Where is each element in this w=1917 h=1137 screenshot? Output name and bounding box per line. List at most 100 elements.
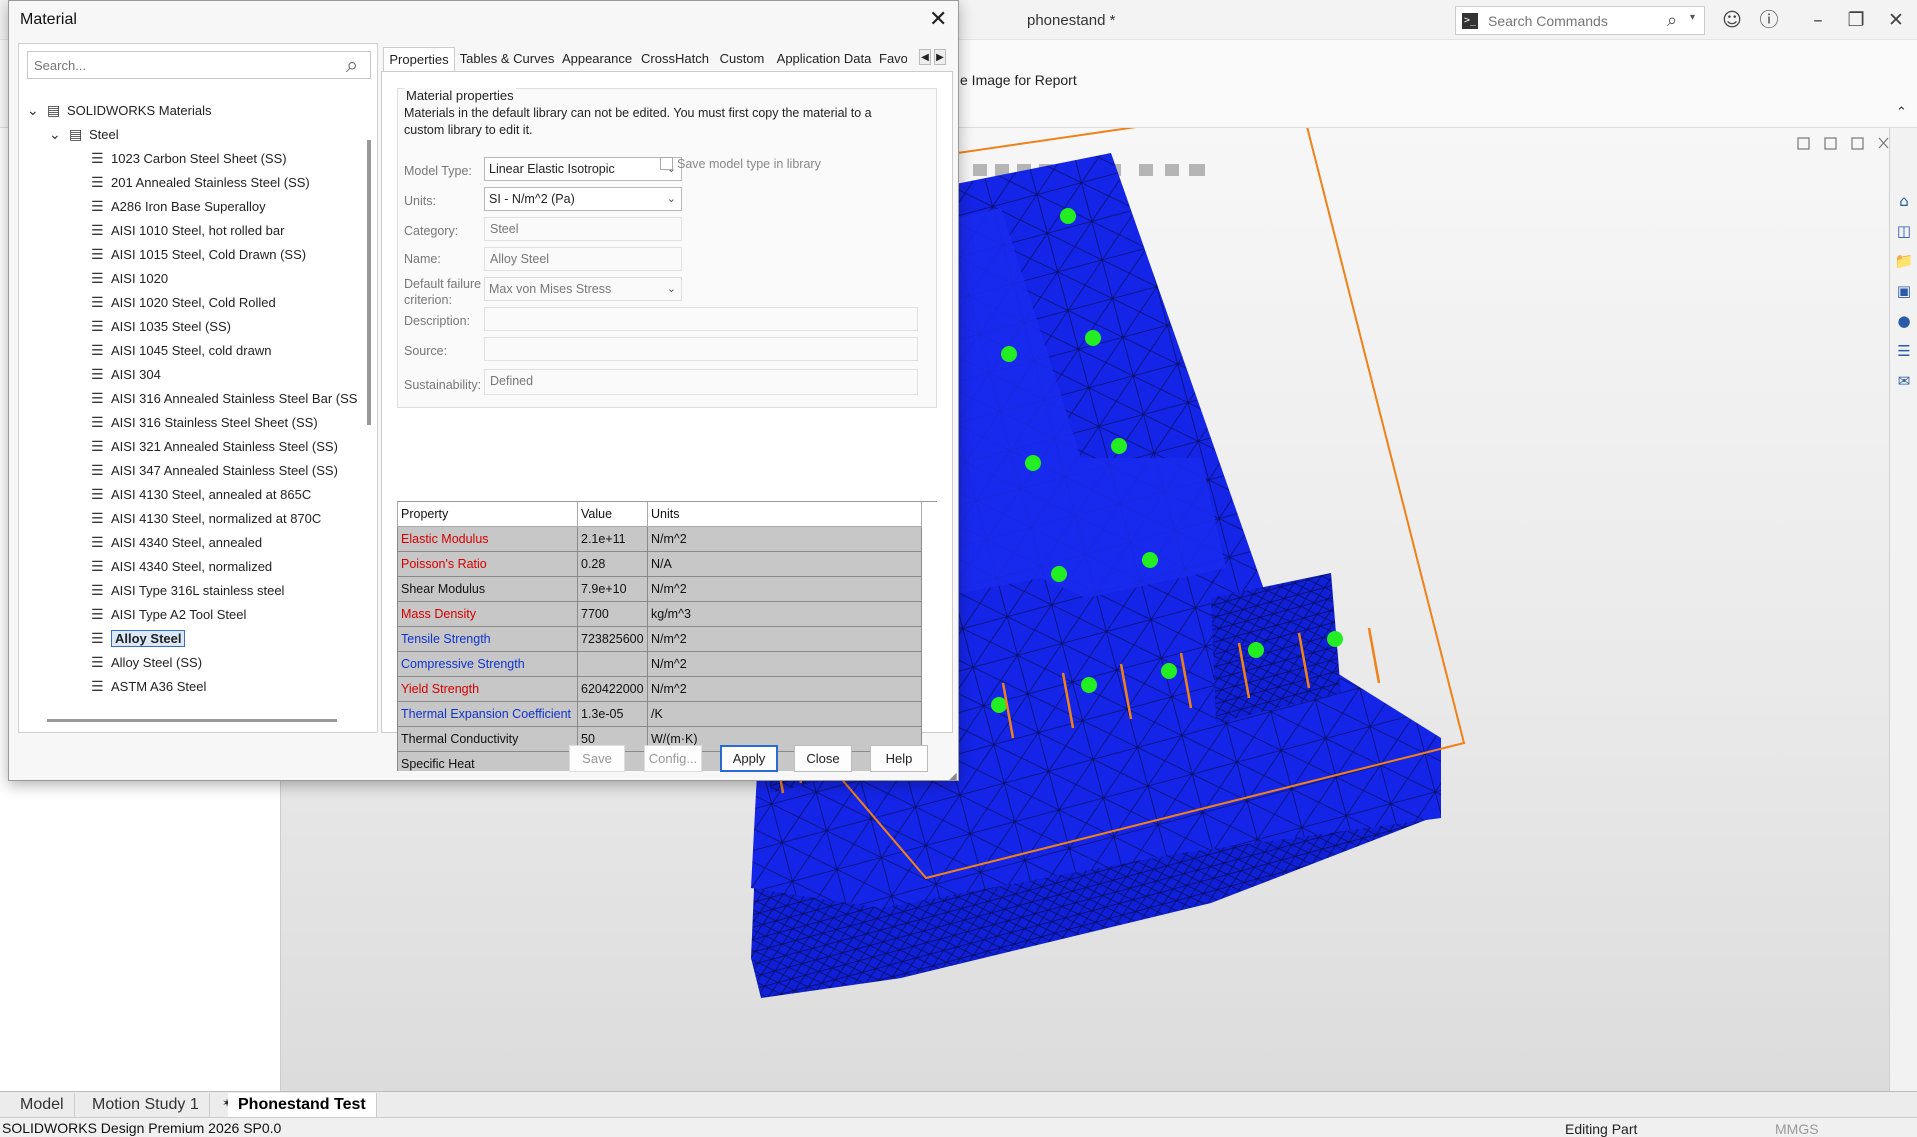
material-tree: ⌄ ▤ SOLIDWORKS Materials ⌄ ▤ Steel ☰ 1023 Car… xyxy=(27,100,363,708)
material-item[interactable]: ☰ AISI 1045 Steel, cold drawn xyxy=(91,340,271,362)
table-row[interactable]: Thermal Expansion Coefficient 1.3e-05/K xyxy=(397,700,922,727)
config-button[interactable]: Config... xyxy=(644,745,702,772)
cell-property: Elastic Modulus xyxy=(397,525,578,552)
material-item[interactable]: ☰ AISI 1035 Steel (SS) xyxy=(91,316,231,338)
table-row[interactable]: Yield Strength 620422000 N/m^2 xyxy=(397,675,922,702)
tree-vertical-scrollbar[interactable] xyxy=(367,140,371,425)
material-item[interactable]: ☰ AISI 4130 Steel, normalized at 870C xyxy=(91,508,321,530)
chevron-down-icon[interactable]: ▾ xyxy=(1690,12,1695,23)
tree-group-steel[interactable]: ⌄ ▤ Steel xyxy=(49,124,119,146)
model-type-select[interactable]: Linear Elastic Isotropic ⌄ xyxy=(484,157,682,181)
save-button[interactable]: Save xyxy=(569,745,625,772)
tab-properties[interactable]: Properties xyxy=(383,47,455,71)
dialog-title: Material xyxy=(20,11,77,28)
table-row[interactable]: Elastic Modulus 2.1e+11 N/m^2 xyxy=(397,525,922,552)
search-icon[interactable]: ⌕ xyxy=(1667,10,1677,31)
restore-icon[interactable]: ❐ xyxy=(1844,8,1868,32)
col-units[interactable]: Units xyxy=(647,502,922,527)
material-search-box[interactable]: ⌕ xyxy=(27,51,371,79)
tab-scroll-right-icon[interactable]: ▶ xyxy=(934,49,946,65)
search-icon[interactable]: ⌕ xyxy=(346,52,358,78)
close-app-icon[interactable]: ✕ xyxy=(1884,8,1908,32)
material-item[interactable]: ☰ AISI 304 xyxy=(91,364,161,386)
checkbox-box[interactable] xyxy=(660,157,673,170)
tab-application-data[interactable]: Application Data xyxy=(771,47,877,71)
cell-value: 723825600 xyxy=(577,625,648,652)
material-item[interactable]: ☰ AISI Type A2 Tool Steel xyxy=(91,604,246,626)
document-title: phonestand * xyxy=(1027,12,1116,29)
category-label: Category: xyxy=(404,224,459,238)
minimize-icon[interactable]: – xyxy=(1806,8,1830,32)
tab-phonestand-test[interactable]: Phonestand Test xyxy=(228,1093,377,1117)
material-item[interactable]: ☰ AISI 1015 Steel, Cold Drawn (SS) xyxy=(91,244,306,266)
properties-content: Material properties Materials in the def… xyxy=(381,71,953,771)
material-icon: ☰ xyxy=(91,535,104,551)
view-palette-icon[interactable]: ▣ xyxy=(1893,280,1915,302)
material-search-input[interactable] xyxy=(32,56,332,74)
image-for-report-button[interactable]: e Image for Report xyxy=(960,72,1077,88)
material-item[interactable]: ☰ AISI 321 Annealed Stainless Steel (SS) xyxy=(91,436,338,458)
tab-favorites[interactable]: Favo xyxy=(879,47,907,71)
material-properties-pane: Properties Tables & Curves Appearance Cr… xyxy=(381,43,953,771)
help-icon[interactable]: ⓘ xyxy=(1757,8,1781,32)
tab-crosshatch[interactable]: CrossHatch xyxy=(637,47,713,71)
tab-custom[interactable]: Custom xyxy=(715,47,769,71)
material-item[interactable]: ☰ AISI 4130 Steel, annealed at 865C xyxy=(91,484,311,506)
cell-value xyxy=(577,650,648,677)
tab-appearance[interactable]: Appearance xyxy=(559,47,635,71)
material-item[interactable]: ☰ AISI 1020 Steel, Cold Rolled xyxy=(91,292,276,314)
cell-property: Specific Heat xyxy=(397,750,578,771)
custom-properties-icon[interactable]: ☰ xyxy=(1893,340,1915,362)
col-value[interactable]: Value xyxy=(577,502,648,527)
material-item[interactable]: ☰ AISI Type 316L stainless steel xyxy=(91,580,284,602)
file-explorer-icon[interactable]: 📁 xyxy=(1893,250,1915,272)
material-item[interactable]: ☰ 1023 Carbon Steel Sheet (SS) xyxy=(91,148,287,170)
material-item[interactable]: ☰ ASTM A36 Steel xyxy=(91,676,206,698)
units-select[interactable]: SI - N/m^2 (Pa) ⌄ xyxy=(484,187,682,211)
tree-horizontal-scrollbar[interactable] xyxy=(47,719,337,722)
ribbon-collapse-icon[interactable]: ⌃ xyxy=(1896,104,1907,120)
search-commands-box[interactable]: >_ ⌕ ▾ xyxy=(1455,6,1705,35)
material-icon: ☰ xyxy=(91,631,104,647)
table-row[interactable]: Poisson's Ratio 0.28 N/A xyxy=(397,550,922,577)
col-property[interactable]: Property xyxy=(397,502,578,527)
table-row[interactable]: Tensile Strength 723825600 N/m^2 xyxy=(397,625,922,652)
tree-root[interactable]: ⌄ ▤ SOLIDWORKS Materials xyxy=(27,100,211,122)
tab-tables-curves[interactable]: Tables & Curves xyxy=(457,47,557,71)
design-library-icon[interactable]: ◫ xyxy=(1893,220,1915,242)
material-item[interactable]: ☰ AISI 347 Annealed Stainless Steel (SS) xyxy=(91,460,338,482)
unit-system[interactable]: MMGS xyxy=(1775,1121,1819,1137)
viewport-window-controls[interactable] xyxy=(1797,137,1889,150)
material-item[interactable]: ☰ AISI 1020 xyxy=(91,268,168,290)
forum-icon[interactable]: ✉ xyxy=(1893,370,1915,392)
chevron-down-icon[interactable]: ⌄ xyxy=(49,124,69,146)
table-row[interactable]: Mass Density 7700 kg/m^3 xyxy=(397,600,922,627)
search-commands-input[interactable] xyxy=(1486,11,1656,31)
close-icon[interactable]: ✕ xyxy=(929,7,947,31)
tab-motion-study[interactable]: Motion Study 1 xyxy=(82,1093,210,1117)
cell-property: Thermal Expansion Coefficient xyxy=(397,700,578,727)
material-item[interactable]: ☰ AISI 316 Annealed Stainless Steel Bar (… xyxy=(91,388,357,410)
group-legend: Material properties xyxy=(404,88,516,103)
tab-model[interactable]: Model xyxy=(10,1093,75,1117)
table-row[interactable]: Compressive Strength N/m^2 xyxy=(397,650,922,677)
table-row[interactable]: Shear Modulus 7.9e+10 N/m^2 xyxy=(397,575,922,602)
resize-grip-icon[interactable]: ◢ xyxy=(949,771,957,782)
material-item[interactable]: ☰ AISI 316 Stainless Steel Sheet (SS) xyxy=(91,412,318,434)
tab-scroll-left-icon[interactable]: ◀ xyxy=(919,49,931,65)
appearances-icon[interactable]: ● xyxy=(1893,310,1915,332)
material-item[interactable]: ☰ Alloy Steel (SS) xyxy=(91,652,202,674)
close-button[interactable]: Close xyxy=(794,745,852,772)
material-item[interactable]: ☰ A286 Iron Base Superalloy xyxy=(91,196,266,218)
material-item[interactable]: ☰ AISI 1010 Steel, hot rolled bar xyxy=(91,220,284,242)
user-account-icon[interactable]: ☺ xyxy=(1720,8,1744,32)
chevron-down-icon[interactable]: ⌄ xyxy=(27,100,47,122)
apply-button[interactable]: Apply xyxy=(720,745,778,772)
material-item[interactable]: ☰ AISI 4340 Steel, annealed xyxy=(91,532,262,554)
save-model-type-checkbox[interactable]: Save model type in library xyxy=(660,157,821,171)
material-item[interactable]: ☰ Alloy Steel xyxy=(91,628,186,650)
help-button[interactable]: Help xyxy=(870,745,928,772)
home-icon[interactable]: ⌂ xyxy=(1893,190,1915,212)
material-item[interactable]: ☰ AISI 4340 Steel, normalized xyxy=(91,556,272,578)
material-item[interactable]: ☰ 201 Annealed Stainless Steel (SS) xyxy=(91,172,310,194)
